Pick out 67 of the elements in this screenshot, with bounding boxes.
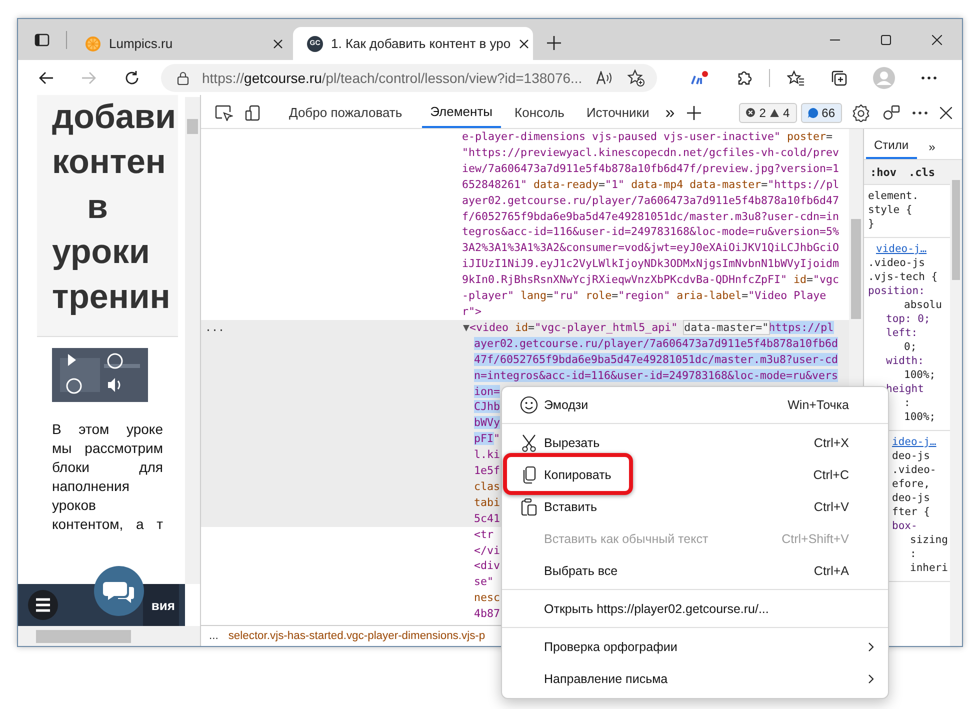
code-line: nesc [474,590,500,606]
tab-title: Lumpics.ru [109,36,174,51]
code-line: pFI" [474,431,500,448]
code-line: 3A2%3A1%3A1%3A2&consumer=vod&jwt=eyJ0eXAiOiJKV1QiLCJhbGciO [462,240,840,256]
error-count: 2 [759,106,766,120]
code-line: iJIUzI1NiJ9.eyJ1c2VyLWlkIjoyNDk3ODMxNjgsImNvbnN1bWVyIjoidm [462,256,840,272]
code-line: 9kIn0.RjBhsRsnXNwYcjRXieqwVnzXbPKcdvBa-QDHnfcZpFI" id="vgc [462,272,840,288]
css-line: efore, [892,477,931,491]
heading-line: контен [52,142,167,183]
issue-count: 66 [822,106,835,120]
css-line: : [903,396,912,410]
css-line: width: [885,354,925,368]
css-line: sizing [909,533,949,547]
css-line: position: [868,284,926,298]
code-line: 1e5f [474,463,500,479]
css-line: absolu [903,298,943,312]
css-line: } [868,217,876,231]
url-text: https://getcourse.ru/pl/teach/control/lesson/view?id=138076... [202,70,584,86]
code-line: ayer02.getcourse.ru/player/7a606473a7d911e5f4b878a10fb6d47 [462,192,840,209]
code-line: 4b87 [474,606,500,622]
tab-title: 1. Как добавить контент в уро [331,36,511,51]
heading-line: уроки [52,232,151,273]
css-line: .video-js [868,256,926,270]
code-line: l.ki [474,447,500,464]
code-line: 652848261" data-ready="1" data-mp4 data-master="https://pl [462,176,840,193]
css-line: element. [868,189,920,203]
code-line: <div [474,558,500,574]
shortcut-hint: Ctrl+X [814,436,850,450]
css-line: box- [892,519,918,533]
warning-count: 4 [782,106,790,120]
css-line: 100%; [903,368,937,382]
shortcut-hint: Ctrl+V [814,500,850,514]
css-line: left: [885,326,919,340]
code-line: "https://previewyacl.kinescopecdn.net/gcfiles-vh-cold/prev [462,144,840,161]
css-line: .video- [892,463,938,477]
css-line: : [909,547,918,561]
css-line: top: 0; [885,312,932,326]
code-line: -player" lang="ru" role="region" aria-label="Video Playe [462,288,826,304]
heading-line: в [86,187,109,228]
heading-line: добави [52,97,178,138]
shortcut-hint: Ctrl+C [813,468,850,482]
lesson-text: В этом уроке мы рассмотрим блоки для наполнения уроков контентом, а т [52,420,163,534]
code-line: f/6052765f9bda6e9ba5d47e49281051dc/master.m3u8?user-cdn=in [462,208,840,224]
code-line: ▼<video id="vgc-player_html5_api" data-master="https://pl [463,320,834,336]
css-line: inheri [909,561,949,575]
heading-line: тренин [52,277,172,318]
css-line: 100%; [903,410,937,424]
css-line: height [885,382,925,396]
css-line: 0; [903,340,918,354]
code-line: iew/7a606473a7d911e5f4b878a10fb6d47f/preview.jpg?version=1 [462,160,840,177]
code-line: r"> [462,304,482,320]
code-line: </vi [474,542,500,558]
code-line: se" [474,574,494,590]
shortcut-hint: Win+Точка [788,398,850,412]
css-line: style { [868,203,914,217]
code-line: tegros&acc-id=116&user-id=249783168&loc-mode=ru&version=5% [462,224,840,240]
css-line: deo-js [892,449,931,463]
code-line: e-player-dimensions vjs-paused vjs-user-inactive" poster= [462,129,833,145]
shortcut-hint: Ctrl+A [814,564,850,578]
css-line: .vjs-tech { [868,270,939,284]
code-line: tabi [474,494,500,511]
css-line: deo-js [892,491,931,505]
css-line: fter { [892,505,931,519]
code-line: 5c41 [474,510,500,527]
code-line: clas [474,478,500,495]
code-line: <tr [474,526,494,543]
shortcut-hint: Ctrl+Shift+V [782,532,850,546]
